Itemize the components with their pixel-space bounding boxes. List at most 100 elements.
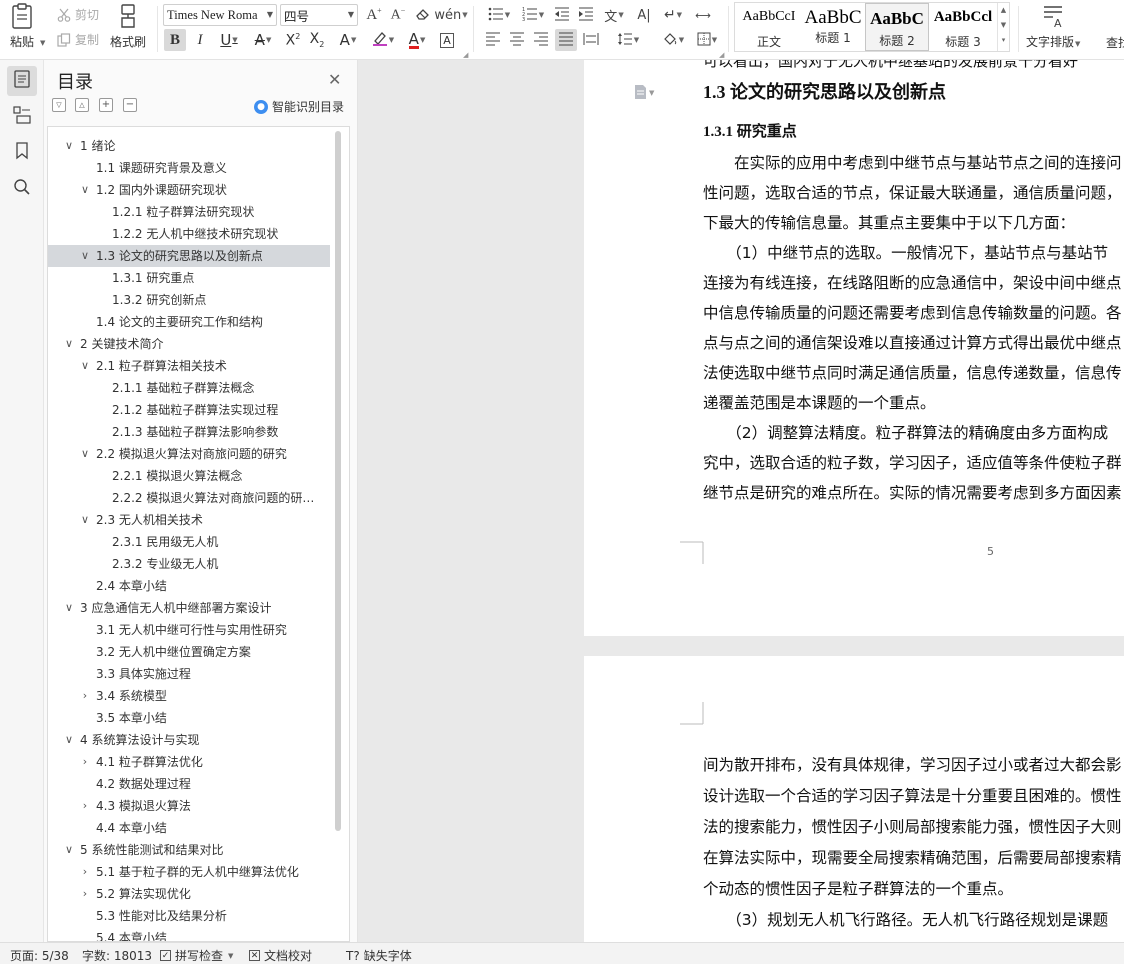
document-page[interactable]: 间为散开排布，没有具体规律，学习因子过小或者过大都会影 设计选取一个合适的学习因子… [584,656,1124,942]
font-name-select[interactable]: Times New Roma ▼ [163,4,277,26]
align-center-button[interactable] [506,29,528,51]
missing-font-button[interactable]: T? 缺失字体 [346,947,412,964]
superscript-button[interactable]: X2 [282,29,304,51]
toc-item[interactable]: ∨ 1 绪论 [48,135,330,157]
toc-item[interactable]: › 3.4 系统模型 [48,685,330,707]
toc-item[interactable]: ∨ 5 系统性能测试和结果对比 [48,839,330,861]
expand-all-button[interactable]: △ [75,98,89,112]
font-dialog-launcher[interactable]: ◢ [463,51,468,59]
toc-item[interactable]: 3.5 本章小结 [48,707,330,729]
toc-item[interactable]: 2.4 本章小结 [48,575,330,597]
text-layout-button[interactable]: A 文字排版▼ [1026,2,1080,50]
chevron-right-icon[interactable]: › [79,795,91,817]
chevron-down-icon[interactable]: ∨ [63,135,75,157]
increase-indent-button[interactable] [575,4,597,26]
chevron-right-icon[interactable]: › [79,685,91,707]
toc-item[interactable]: 2.1.2 基础粒子群算法实现过程 [48,399,330,421]
strikethrough-button[interactable]: A ▼ [248,29,278,51]
toc-item[interactable]: 1.3.1 研究重点 [48,267,330,289]
line-spacing-button[interactable]: ▼ [613,29,643,51]
chevron-down-icon[interactable]: ∨ [63,729,75,751]
toc-item[interactable]: › 4.3 模拟退火算法 [48,795,330,817]
font-shrink-button[interactable]: A− [387,4,409,26]
toc-item[interactable]: 5.4 本章小结 [48,927,330,941]
toc-item[interactable]: 3.1 无人机中继可行性与实用性研究 [48,619,330,641]
distribute-button[interactable] [580,29,602,51]
character-border-button[interactable]: A [436,29,458,51]
toc-item[interactable]: 2.1.3 基础粒子群算法影响参数 [48,421,330,443]
word-count[interactable]: 字数: 18013 [82,947,152,964]
text-effect-button[interactable]: A ▼ [333,29,363,51]
underline-button[interactable]: U ▼ [214,29,244,51]
toc-item[interactable]: 4.2 数据处理过程 [48,773,330,795]
format-painter-button[interactable]: 格式刷 [110,2,146,50]
align-right-button[interactable] [530,29,552,51]
navigation-pane-button[interactable] [7,102,37,132]
toc-item[interactable]: 2.3.2 专业级无人机 [48,553,330,575]
chevron-down-icon[interactable]: ∨ [79,509,91,531]
chevron-down-icon[interactable]: ∨ [79,355,91,377]
style-heading-2[interactable]: AaBbC 标题 2 [865,3,929,51]
cut-button[interactable]: 剪切 [56,6,99,23]
toc-item[interactable]: 2.3.1 民用级无人机 [48,531,330,553]
paste-dropdown-caret[interactable]: ▼ [40,39,45,47]
toc-item[interactable]: 2.2.1 模拟退火算法概念 [48,465,330,487]
proofread-button[interactable]: ✕ 文档校对 [249,947,312,964]
chevron-down-icon[interactable]: ∨ [63,839,75,861]
chevron-right-icon[interactable]: › [79,751,91,773]
document-canvas[interactable]: 可以看出，国内对于无人机中继基站的发展前景十分看好 ▼ 1.3 论文的研究思路以… [358,60,1124,942]
toc-item[interactable]: ∨ 2.3 无人机相关技术 [48,509,330,531]
page-indicator[interactable]: 页面: 5/38 [10,947,69,964]
paste-button[interactable]: 粘贴 [8,2,36,50]
toc-item[interactable]: ∨ 1.3 论文的研究思路以及创新点 [48,245,330,267]
phonetic-guide-button[interactable]: wén ▼ [434,4,467,26]
bold-button[interactable]: B [164,29,186,51]
spell-check-button[interactable]: ✓ 拼写检查 ▼ [160,947,233,964]
shading-button[interactable]: ▼ [658,29,688,51]
toc-item[interactable]: › 5.1 基于粒子群的无人机中继算法优化 [48,861,330,883]
document-page[interactable]: 可以看出，国内对于无人机中继基站的发展前景十分看好 ▼ 1.3 论文的研究思路以… [584,60,1124,636]
toc-item[interactable]: ∨ 3 应急通信无人机中继部署方案设计 [48,597,330,619]
chevron-down-icon[interactable]: ∨ [63,333,75,355]
toc-item[interactable]: 5.3 性能对比及结果分析 [48,905,330,927]
toc-panel-button[interactable] [7,66,37,96]
toc-item[interactable]: ∨ 2 关键技术简介 [48,333,330,355]
chevron-down-icon[interactable]: ∨ [79,245,91,267]
toc-item[interactable]: 4.4 本章小结 [48,817,330,839]
toc-item[interactable]: 2.1.1 基础粒子群算法概念 [48,377,330,399]
decrease-indent-button[interactable] [551,4,573,26]
paragraph-dialog-launcher[interactable]: ◢ [719,51,724,59]
borders-button[interactable]: ▼ [692,29,722,51]
chevron-down-icon[interactable]: ∨ [79,179,91,201]
add-toc-item-button[interactable]: + [99,98,113,112]
toc-item[interactable]: 1.4 论文的主要研究工作和结构 [48,311,330,333]
highlight-button[interactable]: ▼ [368,29,398,51]
toc-item[interactable]: 1.2.2 无人机中继技术研究现状 [48,223,330,245]
toc-item[interactable]: 1.2.1 粒子群算法研究现状 [48,201,330,223]
search-panel-button[interactable] [7,174,37,204]
bullet-list-button[interactable]: ▼ [484,4,514,26]
line-break-button[interactable]: ↵ ▼ [658,4,688,26]
toc-item[interactable]: 3.2 无人机中继位置确定方案 [48,641,330,663]
align-left-button[interactable] [482,29,504,51]
toc-item[interactable]: ∨ 1.2 国内外课题研究现状 [48,179,330,201]
toc-item[interactable]: ∨ 2.2 模拟退火算法对商旅问题的研究 [48,443,330,465]
text-direction-button[interactable]: A| [633,4,655,26]
toc-item[interactable]: 1.3.2 研究创新点 [48,289,330,311]
paragraph-doc-icon[interactable]: ▼ [634,84,656,104]
chinese-layout-button[interactable]: 文 ▼ [599,4,629,26]
toc-item[interactable]: ∨ 4 系统算法设计与实现 [48,729,330,751]
smart-toc-button[interactable]: ● 智能识别目录 [254,98,344,115]
copy-button[interactable]: 复制 [56,31,99,48]
toc-close-button[interactable]: ✕ [328,70,341,89]
show-marks-button[interactable]: ⟷ [692,4,714,26]
toc-item[interactable]: ∨ 2.1 粒子群算法相关技术 [48,355,330,377]
chevron-right-icon[interactable]: › [79,883,91,905]
toc-item[interactable]: › 4.1 粒子群算法优化 [48,751,330,773]
toc-item[interactable]: › 5.2 算法实现优化 [48,883,330,905]
font-size-select[interactable]: 四号 ▼ [280,4,358,26]
collapse-all-button[interactable]: ▽ [52,98,66,112]
style-gallery-scroller[interactable]: ▲ ▼ ▾ [997,3,1009,51]
font-color-button[interactable]: A ▼ [402,29,432,51]
toc-item[interactable]: 1.1 课题研究背景及意义 [48,157,330,179]
